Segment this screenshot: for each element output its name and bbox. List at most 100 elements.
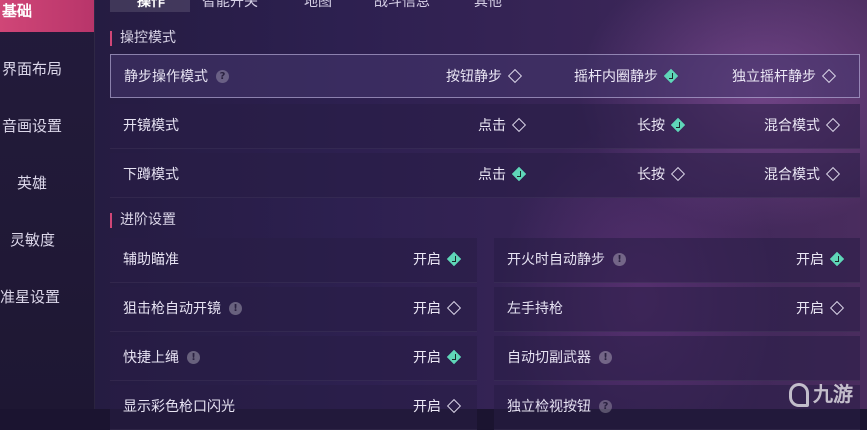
diamond-radio-icon — [825, 166, 841, 182]
diamond-radio-icon — [446, 300, 462, 316]
setting-row-auto-switch-secondary: 自动切副武器! — [494, 336, 860, 381]
toggle-aim-assist[interactable]: 开启 — [413, 238, 462, 282]
diamond-radio-icon — [821, 68, 837, 84]
section-title-control: 操控模式 — [110, 31, 176, 46]
option-label: 混合模式 — [764, 118, 820, 134]
option-label: 点击 — [478, 167, 506, 183]
tab-map[interactable]: 地图 — [304, 0, 332, 11]
setting-row-scope-mode: 开镜模式 点击 长按 混合模式 — [110, 104, 860, 149]
toggle-label: 开启 — [796, 301, 824, 317]
diamond-check-icon — [446, 251, 462, 267]
option-tap[interactable]: 点击 — [478, 104, 527, 148]
info-icon[interactable]: ! — [613, 252, 626, 266]
diamond-check-icon — [663, 68, 679, 84]
option-mixed[interactable]: 混合模式 — [764, 153, 841, 197]
tab-smart-switch[interactable]: 智能开关 — [202, 0, 258, 11]
option-button-silent[interactable]: 按钮静步 — [446, 55, 523, 99]
row-label-wrap: 快捷上绳! — [123, 336, 200, 380]
tab-bar: 操作 智能开关 地图 战斗信息 其他 — [94, 0, 867, 14]
setting-row-crouch-mode: 下蹲模式 点击 长按 混合模式 — [110, 153, 860, 198]
row-label: 显示彩色枪口闪光 — [123, 399, 235, 415]
jiuyou-logo-icon — [789, 383, 809, 407]
row-label: 独立检视按钮 — [507, 399, 591, 415]
row-label: 狙击枪自动开镜 — [123, 301, 221, 317]
option-mixed[interactable]: 混合模式 — [764, 104, 841, 148]
diamond-radio-icon — [511, 117, 527, 133]
sidebar-item-label: 准星设置 — [0, 288, 61, 306]
option-label: 长按 — [637, 118, 665, 134]
row-label: 静步操作模式 — [124, 69, 208, 85]
sidebar-item-basic[interactable]: 基础 — [0, 0, 94, 32]
settings-panel: 操作 智能开关 地图 战斗信息 其他 操控模式 静步操作模式? 按钮静步 摇杆内… — [94, 0, 867, 430]
sidebar-item-sensitivity[interactable]: 灵敏度 — [0, 219, 94, 261]
toggle-label: 开启 — [413, 252, 441, 268]
toggle-label: 开启 — [413, 350, 441, 366]
sidebar-item-audio-video[interactable]: 音画设置 — [0, 105, 94, 147]
info-icon[interactable]: ! — [229, 301, 242, 315]
toggle-muzzle-flash[interactable]: 开启 — [413, 385, 462, 429]
row-label: 自动切副武器 — [507, 350, 591, 366]
option-label: 长按 — [637, 167, 665, 183]
option-tap[interactable]: 点击 — [478, 153, 527, 197]
option-label: 混合模式 — [764, 167, 820, 183]
row-label-wrap: 独立检视按钮? — [507, 385, 612, 429]
option-label: 摇杆内圈静步 — [574, 69, 658, 85]
diamond-check-icon — [829, 251, 845, 267]
setting-row-sniper-auto-scope: 狙击枪自动开镜! 开启 — [110, 287, 477, 332]
option-label: 按钮静步 — [446, 69, 502, 85]
toggle-fire-auto-silent[interactable]: 开启 — [796, 238, 845, 282]
option-hold[interactable]: 长按 — [637, 153, 686, 197]
sidebar-item-label: 界面布局 — [2, 60, 63, 78]
row-label-wrap: 开火时自动静步! — [507, 238, 626, 282]
tab-other[interactable]: 其他 — [474, 0, 502, 11]
help-icon[interactable]: ? — [216, 69, 229, 83]
setting-row-quick-rope: 快捷上绳! 开启 — [110, 336, 477, 381]
row-label: 快捷上绳 — [123, 350, 179, 366]
setting-row-fire-auto-silent: 开火时自动静步! 开启 — [494, 238, 860, 283]
sidebar-item-hero[interactable]: 英雄 — [0, 162, 94, 204]
row-label: 开镜模式 — [123, 118, 179, 134]
toggle-sniper-auto-scope[interactable]: 开启 — [413, 287, 462, 331]
option-label: 独立摇杆静步 — [732, 69, 816, 85]
info-icon[interactable]: ! — [599, 350, 612, 364]
toggle-label: 开启 — [413, 301, 441, 317]
sidebar-item-label: 灵敏度 — [10, 231, 56, 249]
sidebar-item-crosshair[interactable]: 准星设置 — [0, 276, 94, 318]
diamond-radio-icon — [507, 68, 523, 84]
toggle-quick-rope[interactable]: 开启 — [413, 336, 462, 380]
toggle-label: 开启 — [796, 252, 824, 268]
row-label-wrap: 自动切副武器! — [507, 336, 612, 380]
row-label: 辅助瞄准 — [123, 252, 179, 268]
row-label: 左手持枪 — [507, 301, 563, 317]
sidebar-item-label: 基础 — [2, 2, 33, 20]
watermark-logo: 九游 — [789, 378, 853, 407]
diamond-check-icon — [511, 166, 527, 182]
sidebar-item-layout[interactable]: 界面布局 — [0, 48, 94, 90]
diamond-radio-icon — [829, 300, 845, 316]
diamond-radio-icon — [825, 117, 841, 133]
option-hold[interactable]: 长按 — [637, 104, 686, 148]
section-title-advanced: 进阶设置 — [110, 213, 176, 228]
toggle-label: 开启 — [413, 399, 441, 415]
watermark-text: 九游 — [813, 381, 853, 406]
toggle-left-hand[interactable]: 开启 — [796, 287, 845, 331]
help-icon[interactable]: ? — [599, 399, 612, 413]
tab-combat-info[interactable]: 战斗信息 — [374, 0, 430, 11]
setting-row-aim-assist: 辅助瞄准 开启 — [110, 238, 477, 283]
sidebar: 基础 界面布局 音画设置 英雄 灵敏度 准星设置 — [0, 0, 95, 409]
info-icon[interactable]: ! — [187, 350, 200, 364]
row-label-wrap: 静步操作模式? — [124, 55, 229, 99]
diamond-radio-icon — [670, 166, 686, 182]
sidebar-item-label: 英雄 — [17, 174, 48, 192]
diamond-check-icon — [446, 349, 462, 365]
option-separate-joystick-silent[interactable]: 独立摇杆静步 — [732, 55, 837, 99]
setting-row-muzzle-flash: 显示彩色枪口闪光 开启 — [110, 385, 477, 430]
setting-row-silent-step[interactable]: 静步操作模式? 按钮静步 摇杆内圈静步 独立摇杆静步 — [110, 54, 860, 98]
row-label: 下蹲模式 — [123, 167, 179, 183]
option-joystick-inner-silent[interactable]: 摇杆内圈静步 — [574, 55, 679, 99]
diamond-radio-icon — [446, 398, 462, 414]
row-label: 开火时自动静步 — [507, 252, 605, 268]
setting-row-left-hand: 左手持枪 开启 — [494, 287, 860, 332]
tab-operation[interactable]: 操作 — [137, 0, 165, 11]
row-label-wrap: 狙击枪自动开镜! — [123, 287, 242, 331]
